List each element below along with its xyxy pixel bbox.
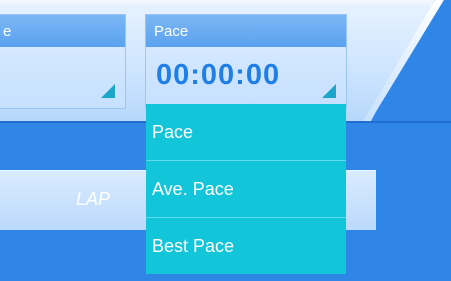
- dropdown-item-label: Pace: [152, 122, 194, 142]
- dropdown-corner-icon: [322, 84, 336, 98]
- dropdown-corner-icon: [101, 84, 115, 98]
- pace-field-card[interactable]: Pace 00:00:00: [145, 14, 347, 109]
- dropdown-item-label: Ave. Pace: [152, 179, 234, 199]
- dropdown-item-pace[interactable]: Pace: [146, 104, 346, 159]
- pace-field-label: Pace: [154, 23, 189, 40]
- left-field-header: e: [0, 15, 125, 47]
- top-highlight: [0, 0, 451, 8]
- dropdown-item-ave-pace[interactable]: Ave. Pace: [146, 161, 346, 216]
- pace-field-header: Pace: [146, 15, 346, 47]
- dropdown-item-label: Best Pace: [152, 236, 235, 256]
- lap-label: LAP: [76, 189, 111, 209]
- left-field-label: e: [3, 23, 12, 40]
- dropdown-item-best-pace[interactable]: Best Pace: [146, 218, 346, 273]
- pace-value: 00:00:00: [156, 59, 281, 91]
- left-field-card[interactable]: e: [0, 14, 126, 109]
- pace-dropdown-menu: Pace Ave. Pace Best Pace: [146, 104, 346, 274]
